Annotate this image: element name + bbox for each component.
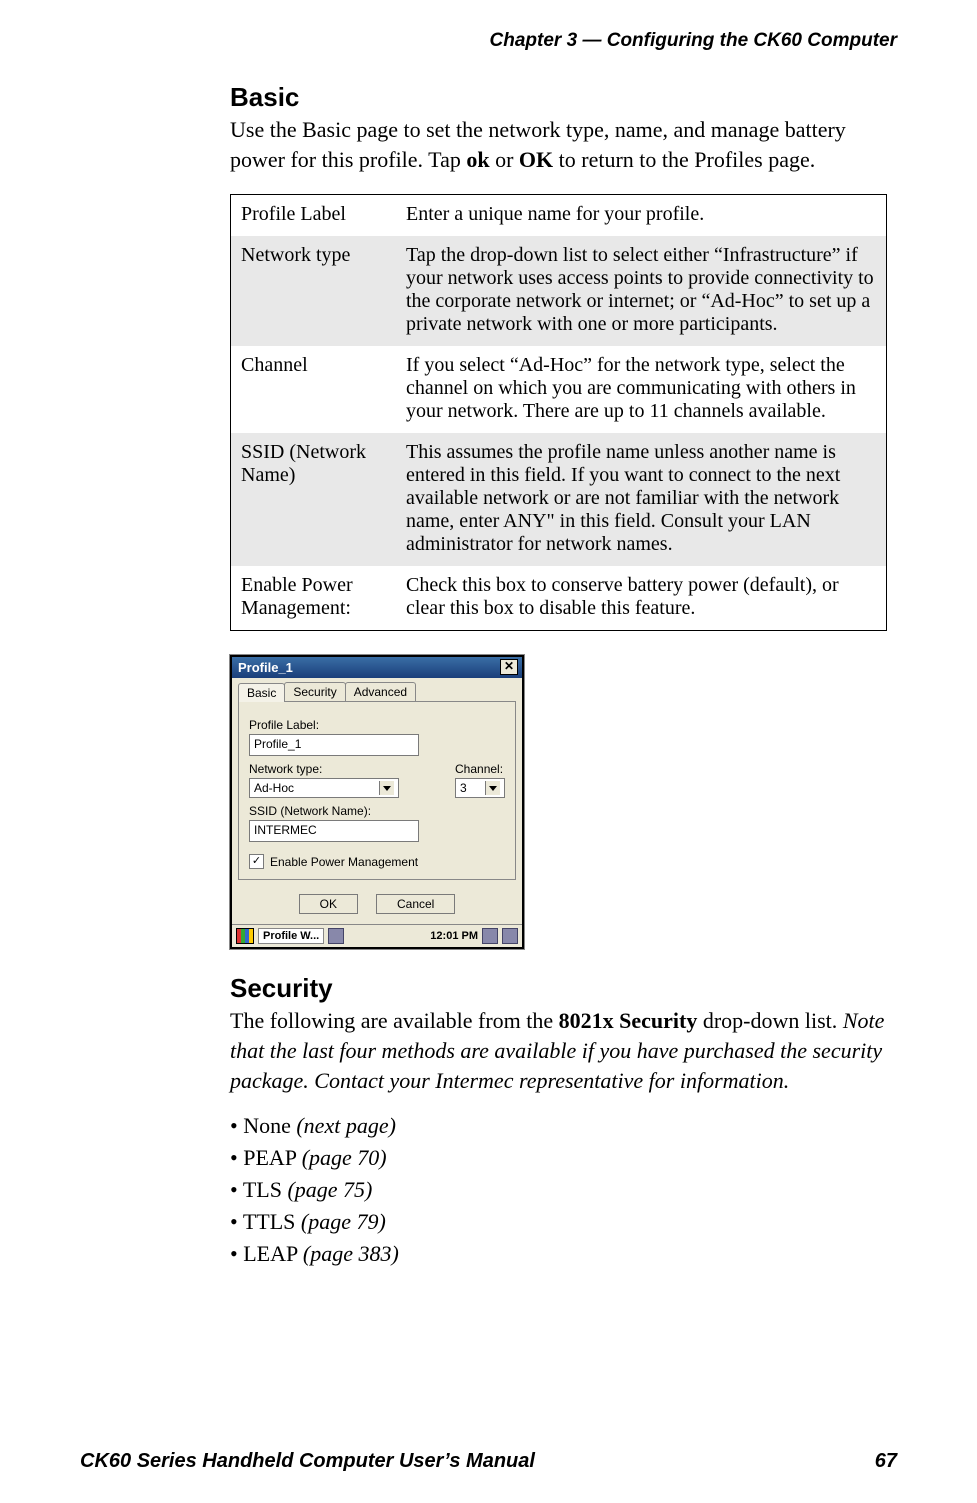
tab-security[interactable]: Security [284, 682, 345, 701]
table-row: Network type Tap the drop-down list to s… [231, 236, 887, 346]
tray-icon[interactable] [482, 928, 498, 944]
method-name: LEAP [243, 1241, 297, 1266]
list-item: TLS (page 75) [230, 1177, 887, 1203]
text: or [490, 147, 519, 172]
window-title: Profile_1 [238, 660, 500, 675]
checkbox-icon[interactable]: ✓ [249, 854, 264, 869]
method-ref: (page 70) [302, 1145, 387, 1170]
text: drop-down list. [697, 1008, 842, 1033]
network-type-value: Ad-Hoc [254, 781, 294, 795]
heading-security: Security [230, 973, 887, 1004]
label-channel: Channel: [455, 762, 505, 776]
label-profile-label: Profile Label: [249, 718, 505, 732]
basic-intro: Use the Basic page to set the network ty… [230, 115, 887, 174]
cell-key: Channel [231, 346, 397, 433]
signal-icon[interactable] [328, 928, 344, 944]
method-ref: (page 383) [303, 1241, 399, 1266]
text: The following are available from the [230, 1008, 559, 1033]
method-name: PEAP [243, 1145, 296, 1170]
ssid-input[interactable]: INTERMEC [249, 820, 419, 842]
channel-dropdown[interactable]: 3 [455, 778, 505, 798]
chevron-down-icon[interactable] [379, 781, 394, 795]
enable-power-mgmt-row[interactable]: ✓ Enable Power Management [249, 854, 505, 869]
close-icon[interactable]: ✕ [500, 659, 518, 675]
security-methods-list: None (next page) PEAP (page 70) TLS (pag… [230, 1113, 887, 1267]
dialog-screenshot: Profile_1 ✕ Basic Security Advanced Prof… [230, 655, 887, 949]
network-type-dropdown[interactable]: Ad-Hoc [249, 778, 399, 798]
text: to return to the Profiles page. [553, 147, 815, 172]
dialog-button-row: OK Cancel [232, 886, 522, 924]
list-item: None (next page) [230, 1113, 887, 1139]
profile-label-input[interactable]: Profile_1 [249, 734, 419, 756]
table-row: SSID (Network Name) This assumes the pro… [231, 433, 887, 566]
method-name: TLS [243, 1177, 282, 1202]
cell-val: Enter a unique name for your profile. [396, 195, 887, 237]
cell-key: Enable Power Management: [231, 566, 397, 631]
table-row: Profile Label Enter a unique name for yo… [231, 195, 887, 237]
cell-val: Tap the drop-down list to select either … [396, 236, 887, 346]
taskbar-clock: 12:01 PM [430, 930, 478, 942]
page-footer: CK60 Series Handheld Computer User’s Man… [80, 1450, 897, 1473]
tab-panel-basic: Profile Label: Profile_1 Network type: A… [238, 701, 516, 880]
cell-key: SSID (Network Name) [231, 433, 397, 566]
cell-val: If you select “Ad-Hoc” for the network t… [396, 346, 887, 433]
text-bold-ok: ok [466, 147, 489, 172]
table-row: Channel If you select “Ad-Hoc” for the n… [231, 346, 887, 433]
list-item: PEAP (page 70) [230, 1145, 887, 1171]
running-head: Chapter 3 — Configuring the CK60 Compute… [80, 30, 897, 52]
footer-title: CK60 Series Handheld Computer User’s Man… [80, 1450, 535, 1473]
page-number: 67 [875, 1450, 897, 1473]
channel-value: 3 [460, 781, 467, 795]
tray-icon[interactable] [502, 928, 518, 944]
text-bold-OK: OK [519, 147, 553, 172]
table-row: Enable Power Management: Check this box … [231, 566, 887, 631]
content-area: Basic Use the Basic page to set the netw… [230, 82, 887, 1267]
start-icon[interactable] [236, 928, 254, 944]
method-ref: (next page) [296, 1113, 396, 1138]
label-network-type: Network type: [249, 762, 445, 776]
basic-settings-table: Profile Label Enter a unique name for yo… [230, 194, 887, 631]
profile-dialog: Profile_1 ✕ Basic Security Advanced Prof… [230, 655, 524, 949]
chevron-down-icon[interactable] [485, 781, 500, 795]
security-intro: The following are available from the 802… [230, 1006, 887, 1095]
cell-val: Check this box to conserve battery power… [396, 566, 887, 631]
method-ref: (page 75) [287, 1177, 372, 1202]
text-bold-8021x: 8021x Security [559, 1008, 698, 1033]
tab-advanced[interactable]: Advanced [345, 682, 416, 701]
cell-val: This assumes the profile name unless ano… [396, 433, 887, 566]
taskbar-app[interactable]: Profile W... [258, 928, 324, 944]
label-enable-power-mgmt: Enable Power Management [270, 855, 418, 869]
list-item: LEAP (page 383) [230, 1241, 887, 1267]
cell-key: Network type [231, 236, 397, 346]
method-ref: (page 79) [301, 1209, 386, 1234]
method-name: None [243, 1113, 291, 1138]
tab-strip: Basic Security Advanced [238, 682, 522, 701]
tab-basic[interactable]: Basic [238, 683, 285, 702]
page: Chapter 3 — Configuring the CK60 Compute… [0, 0, 977, 1503]
label-ssid: SSID (Network Name): [249, 804, 505, 818]
list-item: TTLS (page 79) [230, 1209, 887, 1235]
titlebar[interactable]: Profile_1 ✕ [232, 657, 522, 678]
method-name: TTLS [243, 1209, 296, 1234]
taskbar: Profile W... 12:01 PM [232, 924, 522, 947]
cell-key: Profile Label [231, 195, 397, 237]
heading-basic: Basic [230, 82, 887, 113]
ok-button[interactable]: OK [299, 894, 358, 914]
cancel-button[interactable]: Cancel [376, 894, 455, 914]
